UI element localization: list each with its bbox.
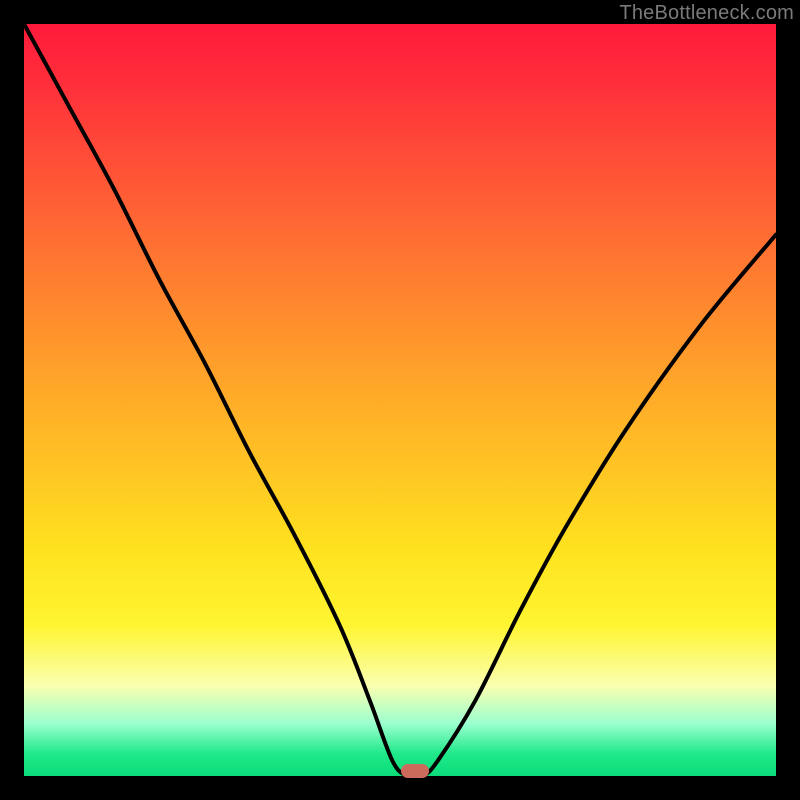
watermark-text: TheBottleneck.com <box>619 2 794 25</box>
optimal-marker <box>401 764 429 778</box>
plot-area <box>24 24 776 776</box>
chart-frame: TheBottleneck.com <box>0 0 800 800</box>
bottleneck-curve <box>24 24 776 776</box>
